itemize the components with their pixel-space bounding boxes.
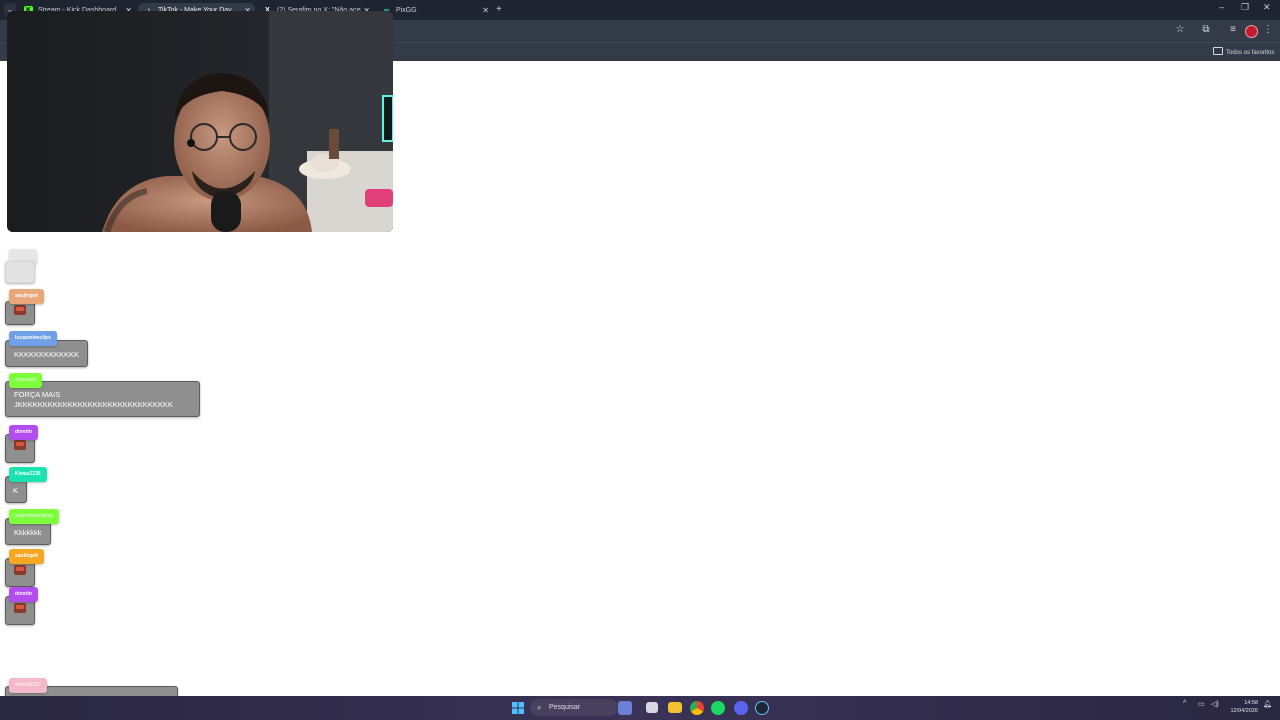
new-tab-icon[interactable]: + [496, 3, 502, 17]
chat-username-badge: ryuuuzin [9, 373, 42, 388]
task-view-icon[interactable] [646, 702, 658, 713]
steam-icon[interactable] [755, 701, 769, 715]
all-bookmarks-button[interactable]: Todos os favoritos [1213, 47, 1274, 56]
chat-username-badge: lucasmineclips [9, 331, 57, 346]
chat-username-badge: doretin [9, 425, 38, 440]
system-clock[interactable]: 14:58 12/04/2026 [1226, 699, 1258, 715]
folder-icon [1213, 47, 1223, 55]
tab-title: PixGG [396, 7, 417, 14]
search-icon: ⌕ [537, 703, 542, 712]
network-icon[interactable]: ▭ [1198, 700, 1205, 708]
chrome-icon[interactable] [690, 701, 704, 715]
show-hidden-icons[interactable]: ^ [1183, 700, 1186, 707]
taskbar-search[interactable]: ⌕ Pesquisar [530, 699, 618, 716]
chat-bubble [5, 301, 35, 325]
emote-icon [14, 565, 26, 575]
search-placeholder: Pesquisar [549, 704, 581, 711]
emote-icon [14, 603, 26, 613]
windows-start-icon[interactable] [511, 701, 525, 715]
clock-date: 12/04/2026 [1230, 708, 1258, 714]
windows-taskbar: ⌕ Pesquisar ^ ▭ ◁) 14:58 12/04/2026 🔔︎ [0, 696, 1280, 720]
webcam-feed [7, 11, 393, 232]
chat-username-badge: doretin [9, 587, 38, 602]
webcam-image [7, 11, 393, 232]
file-explorer-icon[interactable] [668, 702, 682, 713]
chat-username-badge: supremeeclipse [9, 509, 59, 524]
clock-time: 14:58 [1244, 700, 1258, 706]
minimize-icon[interactable]: – [1219, 2, 1224, 12]
menu-icon[interactable]: ⋮ [1262, 24, 1274, 36]
discord-icon[interactable] [734, 701, 748, 715]
notification-icon[interactable]: 🔔︎ [1263, 700, 1272, 708]
extensions-icon[interactable]: ⧉ [1200, 24, 1212, 36]
media-controls-icon[interactable]: ≡ [1227, 24, 1239, 36]
profile-avatar[interactable] [1245, 25, 1258, 38]
chat-username-badge: Kiwas2135 [9, 467, 47, 482]
bookmarks-label: Todos os favoritos [1226, 50, 1275, 56]
spotify-icon[interactable] [711, 701, 725, 715]
chat-username-badge: Sheila0127 [9, 678, 47, 693]
chat-message-text: JKKKKKKKKKKKKKKKKKKKKKKKKKKKKKKK [14, 400, 173, 409]
chat-bubble [5, 261, 35, 283]
emote-icon [14, 440, 26, 450]
emote-icon [14, 305, 26, 315]
bookmark-star-icon[interactable]: ☆ [1174, 24, 1186, 36]
volume-icon[interactable]: ◁) [1211, 700, 1219, 708]
tab-pixgg[interactable]: ∞ PixGG ✕ [376, 3, 493, 20]
copilot-icon[interactable] [618, 701, 632, 715]
close-window-icon[interactable]: ✕ [1263, 2, 1271, 13]
chat-username-badge: saulingeh [9, 289, 45, 304]
chat-username-badge: saulingeh [9, 549, 45, 564]
chat-message-text: FORÇA MAIS [14, 390, 61, 399]
restore-icon[interactable]: ❐ [1241, 2, 1249, 13]
close-tab-icon[interactable]: ✕ [482, 3, 489, 18]
